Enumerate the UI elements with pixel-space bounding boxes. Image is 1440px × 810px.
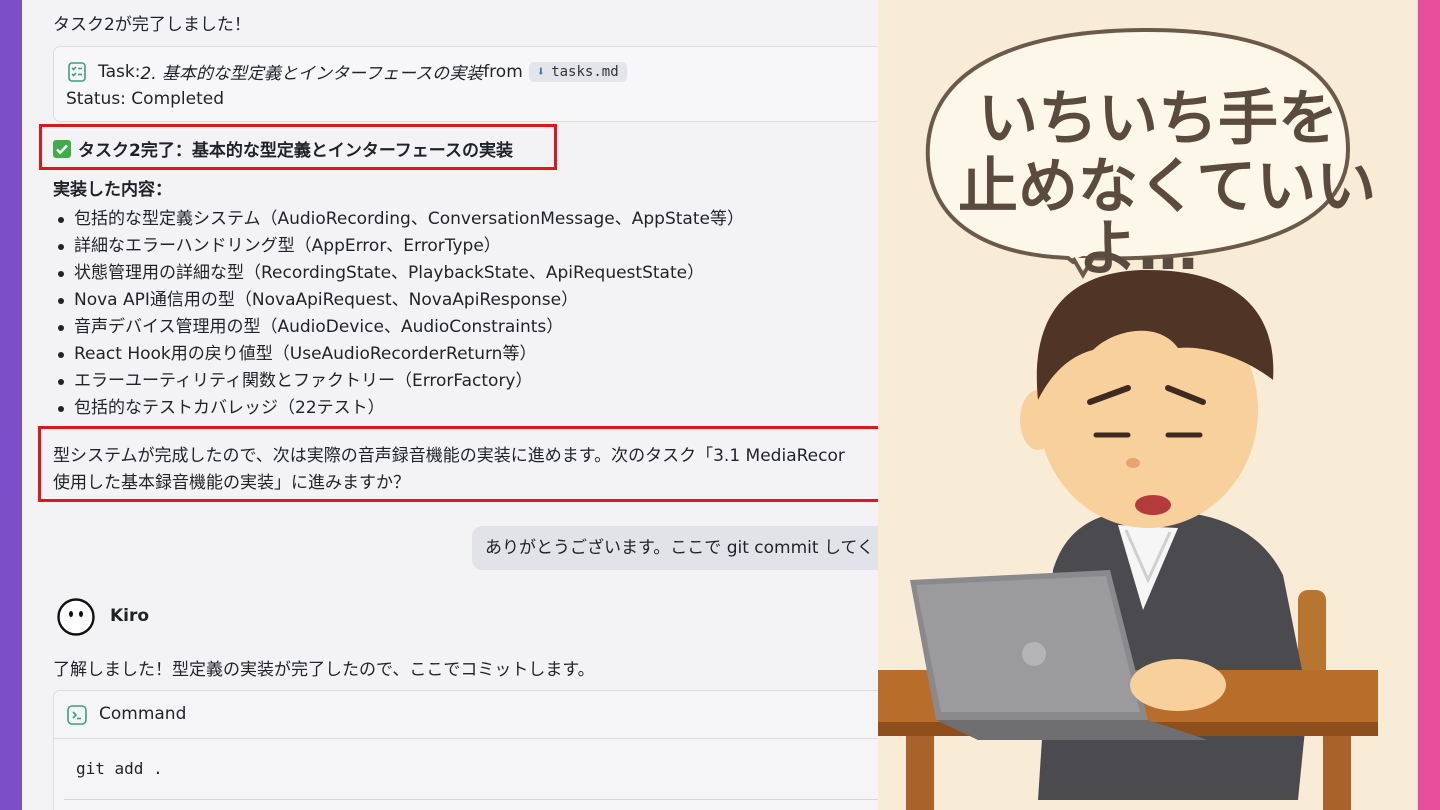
list-item: 包括的なテストカバレッジ（22テスト） [53,395,744,422]
task-name[interactable]: 2. 基本的な型定義とインターフェースの実装 [140,59,483,84]
list-item: エラーユーティリティ関数とファクトリー（ErrorFactory） [53,368,744,395]
completion-heading-text: タスク2完了：基本的な型定義とインターフェースの実装 [78,141,513,161]
next-step-line-2: 使用した基本録音機能の実装」に進みますか？ [53,473,410,493]
speech-line-3: よ… [1078,214,1198,284]
list-item: 状態管理用の詳細な型（RecordingState、PlaybackState、… [53,260,744,287]
checklist-icon [66,61,88,83]
intro-message: タスク2が完了しました！ [53,15,251,35]
list-item: 包括的な型定義システム（AudioRecording、ConversationM… [53,206,744,233]
task-from: from [483,61,523,82]
next-step-line-1: 型システムが完成したので、次は実際の音声録音機能の実装に進めます。次のタスク「3… [53,446,845,466]
command-card-header: Command [54,691,878,739]
user-message-bubble: ありがとうございます。ここで git commit してく [472,526,878,570]
list-item: Nova API通信用の型（NovaApiRequest、NovaApiResp… [53,287,744,314]
file-chip-label: tasks.md [551,63,619,80]
illustration-panel: いちいち手を 止めなくていい よ… [878,0,1418,810]
completion-heading: タスク2完了：基本的な型定義とインターフェースの実装 [53,136,513,161]
task-card[interactable]: Task: 2. 基本的な型定義とインターフェースの実装 from ⬇ tasks… [53,46,878,122]
kiro-avatar [56,597,96,637]
check-mark-icon [53,139,71,158]
command-title: Command [99,704,187,724]
task-prefix: Task: [98,61,141,82]
list-item: React Hook用の戻り値型（UseAudioRecorderReturn等… [53,341,744,368]
terminal-icon [66,704,88,726]
assistant-reply: 了解しました！型定義の実装が完了したので、ここでコミットします。 [53,660,595,680]
command-code[interactable]: git add . [76,759,163,778]
chat-panel: タスク2が完了しました！ Task: 2. 基本的な型定義とインターフェースの実… [22,0,878,810]
ghost-face-icon [57,598,95,636]
file-chip[interactable]: ⬇ tasks.md [528,61,627,82]
implementation-list: 包括的な型定義システム（AudioRecording、ConversationM… [53,206,744,422]
list-item: 詳細なエラーハンドリング型（AppError、ErrorType） [53,233,744,260]
assistant-name: Kiro [110,606,150,626]
section-label: 実装した内容： [53,180,172,200]
command-card: Command git add . [53,690,878,810]
download-arrow-icon: ⬇ [536,63,546,80]
task-row: Task: 2. 基本的な型定義とインターフェースの実装 from ⬇ tasks… [66,59,627,84]
list-item: 音声デバイス管理用の型（AudioDevice、AudioConstraints… [53,314,744,341]
task-status: Status: Completed [66,89,225,109]
command-divider [64,799,878,800]
